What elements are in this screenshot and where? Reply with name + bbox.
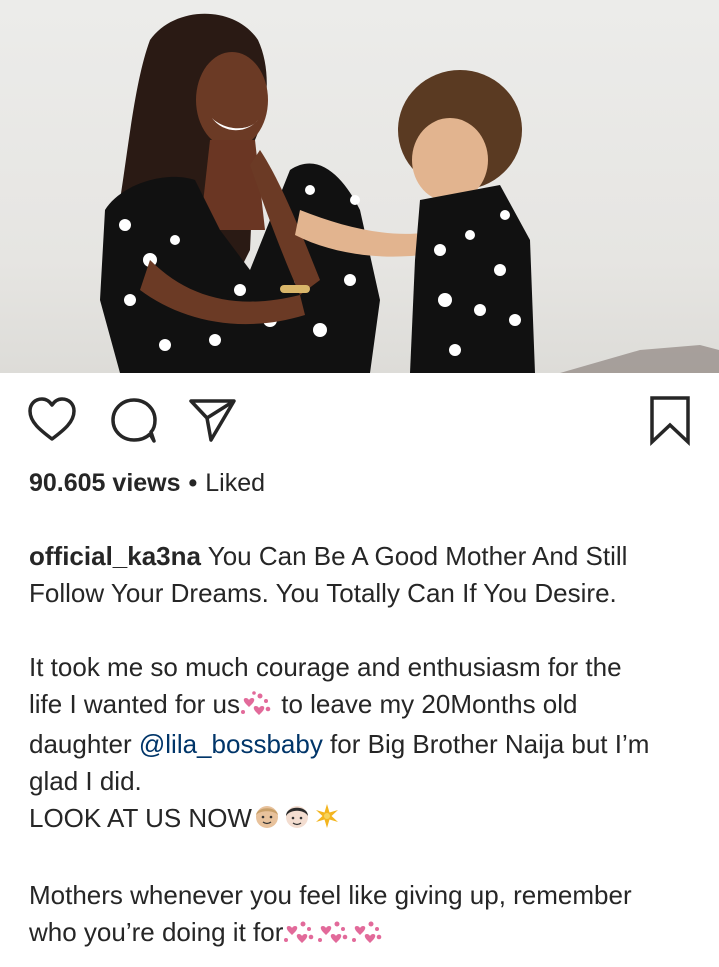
face-emoji-icon (282, 802, 312, 840)
sparkle-star-emoji-icon (312, 802, 342, 840)
comment-bubble-icon (111, 398, 157, 443)
like-button[interactable] (22, 390, 82, 450)
post-action-bar (0, 390, 719, 450)
post-caption: official_ka3na You Can Be A Good Mother … (29, 538, 694, 954)
caption-text: You Can Be A Good Mother And Still (200, 541, 628, 571)
caption-line: life I wanted for us to leave my 20Month… (29, 686, 694, 726)
caption-text: who you’re doing it for (29, 917, 284, 947)
sparkle-hearts-emoji-icon (317, 917, 351, 954)
username-link[interactable]: official_ka3na (29, 541, 201, 571)
caption-line: Follow Your Dreams. You Totally Can If Y… (29, 578, 617, 608)
caption-text: for Big Brother Naija but I’m (322, 729, 650, 759)
post-photo[interactable] (0, 0, 719, 373)
share-button[interactable] (182, 390, 242, 450)
caption-line: daughter @lila_bossbaby for Big Brother … (29, 726, 694, 763)
caption-text: to leave my 20Months old (274, 689, 578, 719)
caption-line: LOOK AT US NOW (29, 800, 694, 840)
caption-text: daughter (29, 729, 139, 759)
view-count[interactable]: 90.605 views (29, 469, 181, 497)
sparkle-hearts-emoji-icon (240, 689, 274, 726)
post-stats: 90.605 views • Liked (29, 466, 265, 500)
stats-separator: • (188, 469, 198, 497)
mention-link[interactable]: @lila_bossbaby (139, 729, 323, 759)
bookmark-outline-icon (650, 396, 690, 447)
caption-line: official_ka3na You Can Be A Good Mother … (29, 538, 694, 575)
face-emoji-icon (252, 802, 282, 840)
caption-text: life I wanted for us (29, 689, 240, 719)
caption-line: It took me so much courage and enthusias… (29, 652, 622, 682)
save-button[interactable] (640, 390, 700, 450)
liked-status: Liked (205, 469, 266, 497)
heart-outline-icon (28, 397, 76, 441)
caption-text: LOOK AT US NOW (29, 803, 252, 833)
paper-plane-icon (189, 399, 236, 442)
mother-daughter-photo (100, 13, 719, 373)
caption-line: who you’re doing it for (29, 914, 694, 954)
caption-line: glad I did. (29, 766, 142, 796)
sparkle-hearts-emoji-icon (283, 917, 317, 954)
caption-line: Mothers whenever you feel like giving up… (29, 880, 632, 910)
comment-button[interactable] (104, 390, 164, 450)
sparkle-hearts-emoji-icon (351, 917, 385, 954)
